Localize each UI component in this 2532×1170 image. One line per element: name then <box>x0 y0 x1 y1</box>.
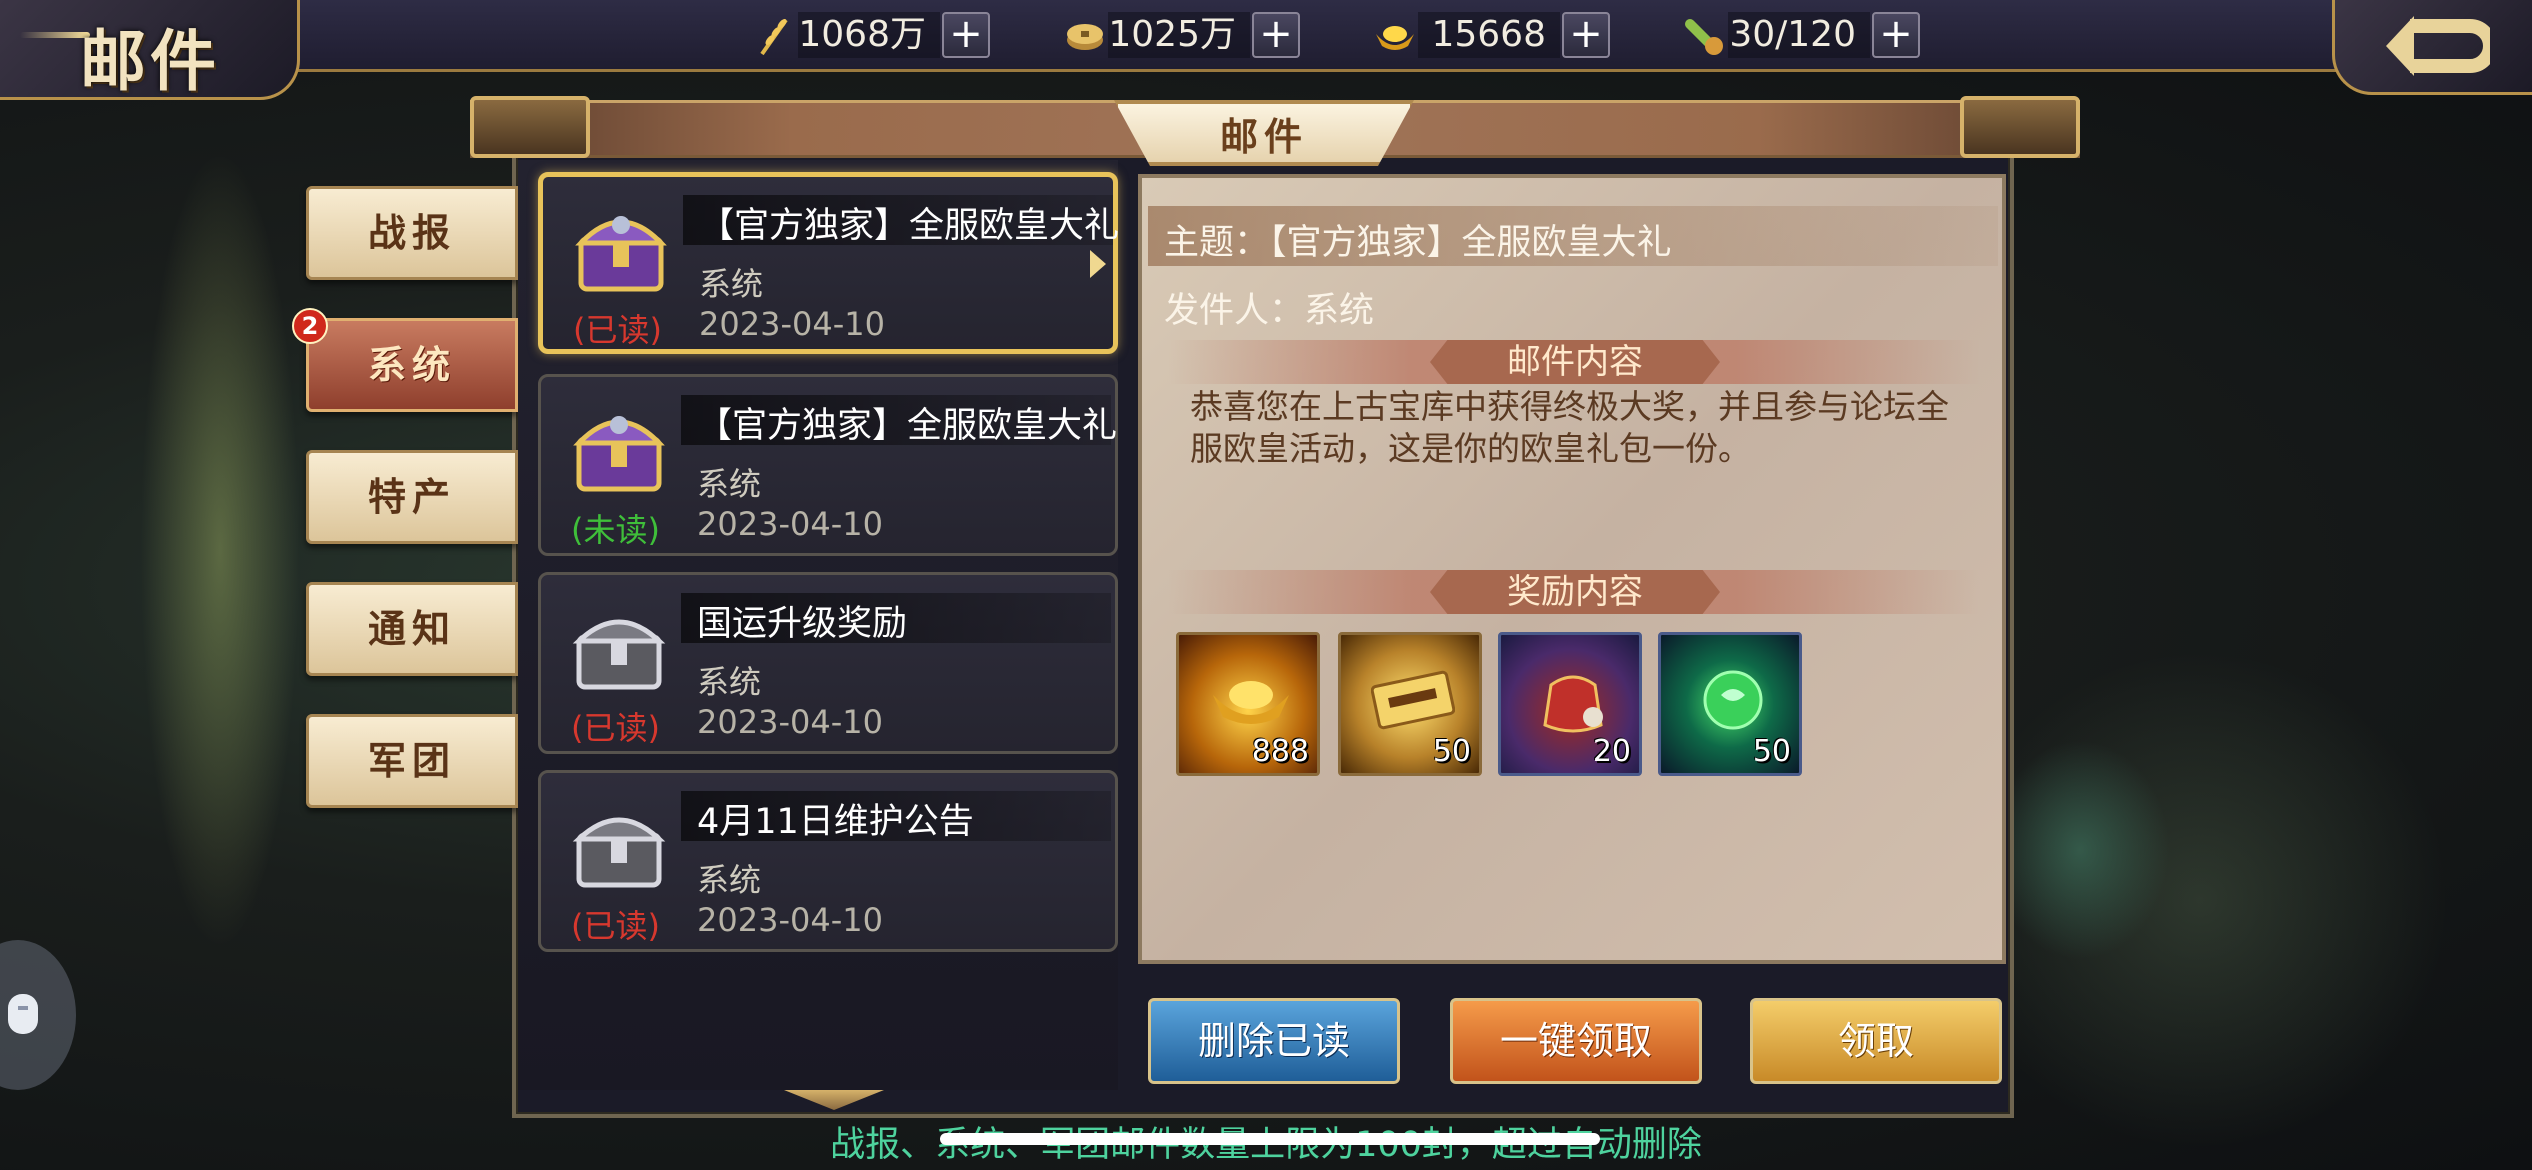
reward-item[interactable]: 50 <box>1338 632 1482 776</box>
mail-title: 国运升级奖励 <box>697 604 908 644</box>
mail-date: 2023-04-10 <box>697 703 883 741</box>
mail-unread-status: (未读) <box>571 511 660 549</box>
gold-ingot-icon <box>1376 26 1414 50</box>
reward-item[interactable]: 50 <box>1658 632 1802 776</box>
mail-body: 恭喜您在上古宝库中获得终极大奖，并且参与论坛全服欧皇活动，这是你的欧皇礼包一份。 <box>1190 387 1949 468</box>
unread-badge: 2 <box>292 308 328 344</box>
reward-count: 50 <box>1432 734 1471 769</box>
corner-ornament <box>470 96 590 158</box>
stamina-amount: 30/120 <box>1728 12 1870 58</box>
mail-read-status: (已读) <box>571 709 660 747</box>
mail-title: 【官方独家】全服欧皇大礼 <box>697 406 1117 446</box>
mail-detail-sender: 发件人：系统 <box>1164 291 1375 331</box>
reward-count: 888 <box>1251 734 1309 769</box>
tab-system[interactable]: 系统 <box>306 318 518 412</box>
delete-read-button[interactable]: 删除已读 <box>1148 998 1400 1084</box>
mail-read-status: (已读) <box>573 311 662 349</box>
red-pouch-icon <box>1543 675 1603 733</box>
coin-icon <box>1067 24 1103 50</box>
mail-date: 2023-04-10 <box>697 505 883 543</box>
page-title: 邮件 <box>80 22 220 100</box>
mail-read-status: (已读) <box>571 907 660 945</box>
panel-title: 邮件 <box>1219 114 1308 159</box>
mail-sender: 系统 <box>697 861 762 899</box>
mail-title: 【官方独家】全服欧皇大礼 <box>699 206 1119 246</box>
wheat-icon <box>760 18 788 56</box>
tab-label: 系统 <box>367 342 456 387</box>
claim-button[interactable]: 领取 <box>1750 998 2002 1084</box>
silver-chest-icon <box>572 619 666 690</box>
tab-label: 通知 <box>367 606 456 651</box>
silver-chest-icon <box>572 817 666 888</box>
mail-sender: 系统 <box>699 265 764 303</box>
mail-subject: 主题：【官方独家】全服欧皇大礼 <box>1164 223 1672 263</box>
green-orb-icon <box>1703 670 1763 730</box>
purple-chest-icon <box>575 216 667 292</box>
mail-item[interactable]: 国运升级奖励 系统 (已读) 2023-04-10 <box>538 572 1118 754</box>
reward-count: 20 <box>1592 734 1631 769</box>
mail-sender: 系统 <box>697 663 762 701</box>
claim-all-button[interactable]: 一键领取 <box>1450 998 1702 1084</box>
tab-label: 战报 <box>367 210 456 255</box>
mail-title: 4月11日维护公告 <box>697 802 974 842</box>
mail-item[interactable]: 4月11日维护公告 系统 (已读) 2023-04-10 <box>538 770 1118 952</box>
gold-ingot-amount: 15668 <box>1418 12 1560 58</box>
add-stamina-button[interactable]: + <box>1872 12 1920 58</box>
mail-content-heading: 邮件内容 <box>1430 340 1720 384</box>
mail-date: 2023-04-10 <box>697 901 883 939</box>
add-coin-button[interactable]: + <box>1252 12 1300 58</box>
background-plant <box>1990 740 2170 960</box>
corner-ornament <box>1960 96 2080 158</box>
back-arrow-icon <box>2386 16 2490 76</box>
mail-list[interactable]: 【官方独家】全服欧皇大礼 系统 (已读) 2023-04-10 【官方独家】全服… <box>518 160 1119 1090</box>
tab-label: 特产 <box>367 474 456 519</box>
gamepad-icon <box>8 994 38 1034</box>
add-wheat-button[interactable]: + <box>942 12 990 58</box>
tab-legion[interactable]: 军团 <box>306 714 518 808</box>
mail-date: 2023-04-10 <box>699 305 885 343</box>
reward-item[interactable]: 20 <box>1498 632 1642 776</box>
selected-indicator-arrow <box>1090 250 1106 278</box>
mail-item[interactable]: 【官方独家】全服欧皇大礼 系统 (已读) 2023-04-10 <box>538 172 1119 354</box>
reward-count: 50 <box>1752 734 1791 769</box>
gold-ingot-icon <box>1213 681 1289 724</box>
mail-item[interactable]: 【官方独家】全服欧皇大礼 系统 (未读) 2023-04-10 <box>538 374 1118 556</box>
back-button[interactable] <box>2332 0 2532 95</box>
gamepad-button[interactable] <box>0 940 76 1090</box>
reward-heading: 奖励内容 <box>1430 570 1720 614</box>
title-plate: 邮件 <box>0 0 300 100</box>
stamina-potion-icon <box>1685 19 1723 55</box>
wheat-amount: 1068万 <box>798 12 940 58</box>
purple-chest-icon <box>573 416 665 492</box>
tab-specialty[interactable]: 特产 <box>306 450 518 544</box>
add-gold-ingot-button[interactable]: + <box>1562 12 1610 58</box>
coin-amount: 1025万 <box>1108 12 1250 58</box>
tab-notice[interactable]: 通知 <box>306 582 518 676</box>
golden-token-icon <box>1371 670 1455 730</box>
home-indicator[interactable] <box>940 1133 1600 1145</box>
background-glow <box>140 150 300 950</box>
tab-battle-report[interactable]: 战报 <box>306 186 518 280</box>
reward-item[interactable]: 888 <box>1176 632 1320 776</box>
tab-label: 军团 <box>367 738 456 783</box>
mail-sender: 系统 <box>697 465 762 503</box>
